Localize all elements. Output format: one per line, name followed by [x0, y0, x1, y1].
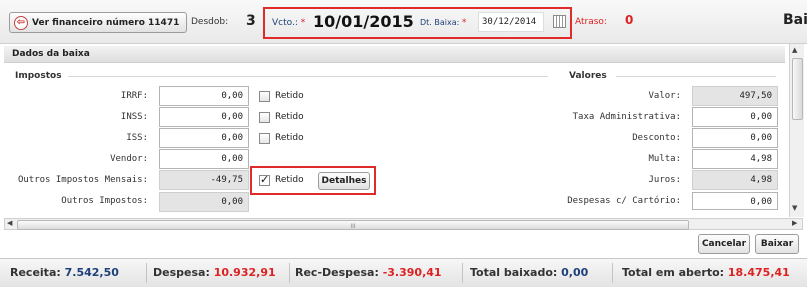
data-baixa-input[interactable]: 30/12/2014	[478, 12, 544, 32]
scroll-right-icon[interactable]: ▶	[792, 219, 797, 227]
scroll-left-icon[interactable]: ◀	[7, 219, 12, 227]
footer-divider	[289, 263, 290, 283]
dados-baixa-header: Dados da baixa	[4, 46, 785, 63]
back-arrow-icon: ⇦	[14, 15, 28, 30]
taxa-administrativa-input[interactable]: 0,00	[692, 107, 778, 127]
iss-input[interactable]: 0,00	[159, 128, 249, 148]
atraso-label: Atraso:	[575, 17, 607, 27]
inss-retido-label: Retido	[275, 112, 304, 122]
multa-input[interactable]: 4,98	[692, 149, 778, 169]
ver-financeiro-button[interactable]: ⇦ Ver financeiro número 11471	[9, 12, 187, 33]
desconto-label: Desconto:	[632, 133, 681, 143]
despesas-cartorio-label: Despesas c/ Cartório:	[567, 196, 681, 206]
valor-label: Valor:	[648, 91, 681, 101]
receita-value: 7.542,50	[64, 266, 119, 279]
totals-footer: Receita: 7.542,50 Despesa: 10.932,91 Rec…	[0, 258, 807, 287]
rec-despesa-value: -3.390,41	[382, 266, 442, 279]
footer-divider	[462, 263, 463, 283]
vendor-label: Vendor:	[110, 154, 148, 164]
inss-retido-checkbox[interactable]	[259, 112, 270, 123]
atraso-value: 0	[625, 13, 634, 27]
calendar-icon[interactable]	[553, 15, 566, 28]
detalhes-button[interactable]: Detalhes	[318, 172, 370, 190]
vcto-value: 10/01/2015	[313, 12, 414, 31]
vertical-scroll-thumb[interactable]	[792, 58, 803, 120]
irrf-retido-label: Retido	[275, 91, 304, 101]
iss-label: ISS:	[126, 133, 148, 143]
outros-impostos-mensais-input: -49,75	[159, 170, 249, 190]
baixar-button[interactable]: Baixar	[755, 234, 799, 254]
scroll-up-icon[interactable]: ▲	[792, 46, 797, 54]
valores-legend: Valores	[569, 71, 607, 81]
baixar-label: Baixar	[760, 239, 794, 249]
rec-despesa-total: Rec-Despesa: -3.390,41	[295, 266, 442, 279]
total-baixado: Total baixado: 0,00	[470, 266, 589, 279]
cancelar-button[interactable]: Cancelar	[698, 234, 750, 254]
irrf-label: IRRF:	[120, 91, 148, 101]
baixa-label: Dt. Baixa: *	[420, 18, 467, 28]
despesas-cartorio-input[interactable]: 0,00	[692, 192, 778, 210]
vendor-input[interactable]: 0,00	[159, 149, 249, 169]
outros-impostos-input: 0,00	[159, 192, 249, 212]
desdob-label: Desdob:	[191, 17, 229, 27]
iss-retido-label: Retido	[275, 133, 304, 143]
ver-financeiro-label: Ver financeiro número 11471	[32, 17, 180, 28]
irrf-input[interactable]: 0,00	[159, 86, 249, 106]
scroll-down-icon[interactable]: ▼	[792, 204, 797, 212]
outros-mensais-retido-checkbox[interactable]: ✓	[259, 173, 270, 186]
multa-label: Multa:	[648, 154, 681, 164]
outros-impostos-label: Outros Impostos:	[61, 196, 148, 206]
outros-impostos-mensais-label: Outros Impostos Mensais:	[17, 175, 148, 185]
despesa-total: Despesa: 10.932,91	[153, 266, 276, 279]
cancelar-label: Cancelar	[701, 239, 747, 249]
irrf-retido-checkbox[interactable]	[259, 91, 270, 102]
footer-divider	[612, 263, 613, 283]
desdob-value: 3	[246, 13, 256, 29]
vcto-label: Vcto.: *	[272, 18, 306, 28]
outros-mensais-retido-label: Retido	[275, 175, 304, 185]
impostos-divider	[68, 76, 548, 77]
horizontal-scroll-thumb[interactable]: III	[17, 220, 689, 230]
iss-retido-checkbox[interactable]	[259, 133, 270, 144]
impostos-legend: Impostos	[15, 71, 62, 81]
taxa-administrativa-label: Taxa Administrativa:	[572, 112, 681, 122]
total-em-aberto-value: 18.475,41	[727, 266, 790, 279]
detalhes-label: Detalhes	[321, 176, 367, 186]
juros-input: 4,98	[692, 170, 778, 190]
top-toolbar: ⇦ Ver financeiro número 11471 Desdob: 3 …	[0, 0, 807, 44]
inss-input[interactable]: 0,00	[159, 107, 249, 127]
required-mark: *	[300, 18, 306, 28]
receita-total: Receita: 7.542,50	[10, 266, 119, 279]
total-em-aberto: Total em aberto: 18.475,41	[622, 266, 790, 279]
checkmark-icon: ✓	[260, 173, 270, 186]
desconto-input[interactable]: 0,00	[692, 128, 778, 148]
footer-divider	[146, 263, 147, 283]
scroll-grip: III	[350, 223, 356, 230]
juros-label: Juros:	[648, 175, 681, 185]
valor-input: 497,50	[692, 86, 778, 106]
valores-divider	[616, 76, 776, 77]
panel-title-truncated: Bai	[783, 12, 807, 28]
total-baixado-value: 0,00	[561, 266, 589, 279]
horizontal-scrollbar[interactable]: ◀ III ▶	[4, 218, 803, 230]
inss-label: INSS:	[120, 112, 148, 122]
vertical-scrollbar[interactable]: ▲ ▼	[789, 44, 804, 217]
despesa-value: 10.932,91	[213, 266, 276, 279]
